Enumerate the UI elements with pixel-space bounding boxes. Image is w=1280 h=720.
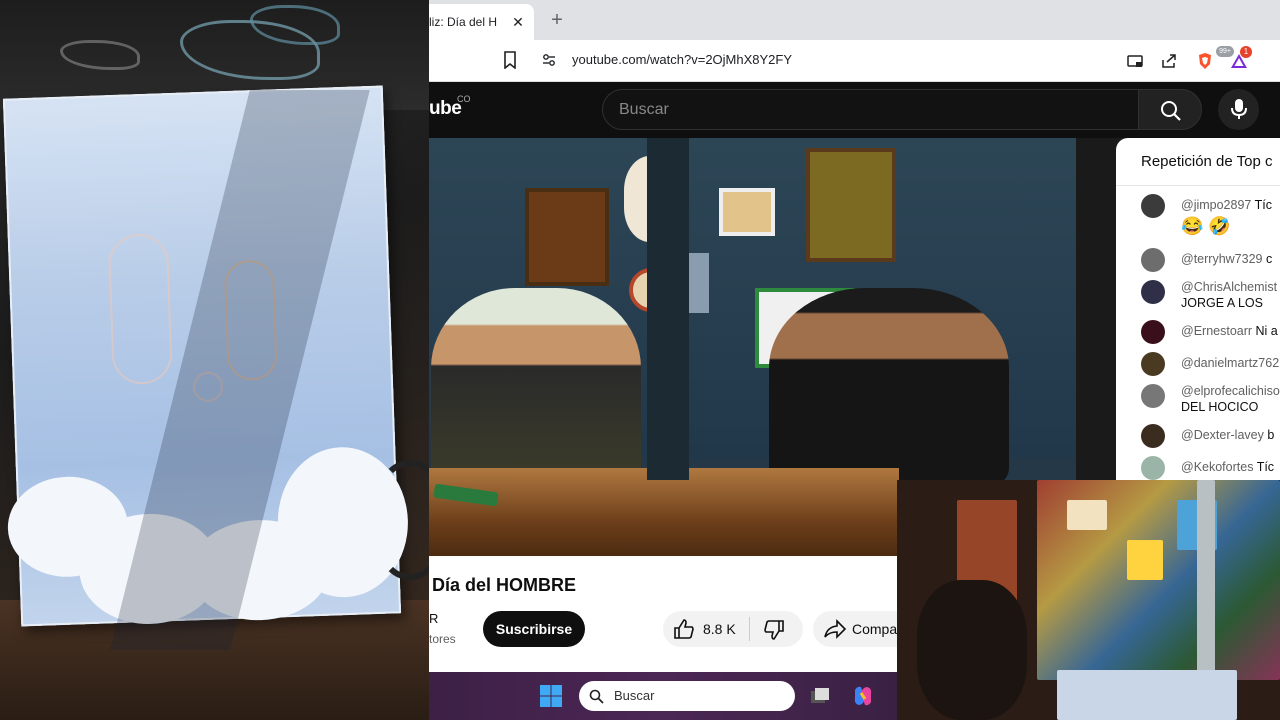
thumbs-up-icon[interactable] [673,618,695,640]
brave-shields-icon[interactable] [1195,51,1215,71]
painting-frame [525,188,609,286]
rewards-badge: 1 [1240,46,1252,58]
chat-avatar [1141,248,1165,272]
chat-avatar [1141,456,1165,480]
chat-avatar [1141,280,1165,304]
chat-avatar [1141,352,1165,376]
video-details: Día del HOMBRE R tores Suscribirse 8.8 K… [429,556,897,672]
address-bar-row: youtube.com/watch?v=2OjMhX8Y2FY 99+ 1 [429,40,1280,82]
search-input[interactable]: Buscar [602,89,1139,130]
url-field[interactable]: youtube.com/watch?v=2OjMhX8Y2FY [572,52,792,67]
video-title: Día del HOMBRE [432,575,577,595]
tab-strip: liz: Día del H ✕ + [429,0,1280,40]
cable [380,460,430,580]
browser-window: liz: Día del H ✕ + youtube.com/watch?v=2… [429,0,1280,82]
chat-text: JORGE A LOS [1181,296,1263,310]
tab-close-button[interactable]: ✕ [510,14,526,31]
like-dislike-group: 8.8 K [663,611,803,647]
site-info-icon[interactable] [541,52,557,68]
chat-avatar [1141,424,1165,448]
microphone-icon [1231,99,1247,119]
chat-author: @elprofecalichiso [1181,384,1280,398]
taskbar-search-input[interactable]: Buscar [579,681,795,711]
chat-avatar [1141,194,1165,218]
windows-start-icon[interactable] [539,684,563,708]
chat-text: DEL HOCICO [1181,400,1259,414]
chat-emoji: 😂 🤣 [1181,216,1231,236]
chat-author: @Ernestoarr Ni a [1181,324,1278,338]
painting-frame [806,148,896,262]
sticker [1067,500,1107,530]
copilot-icon[interactable] [851,684,875,708]
tab-active[interactable]: liz: Día del H ✕ [429,4,534,40]
share-label: Compa [852,621,897,637]
tab-title: liz: Día del H [429,15,498,29]
painting-frame [719,188,775,236]
right-camera-feed [897,480,1280,720]
chat-header[interactable]: Repetición de Top c [1116,138,1280,186]
share-arrow-icon [824,619,847,639]
bookmark-icon[interactable] [503,51,517,69]
task-view-icon[interactable] [809,685,831,707]
subscribe-button[interactable]: Suscribirse [483,611,585,647]
chat-author: @ChrisAlchemist [1181,280,1278,294]
search-button[interactable] [1138,89,1202,130]
wooden-table [429,468,899,556]
left-camera-feed [0,0,430,720]
search-icon [589,689,604,704]
chat-author: @Kekofortes Tíc [1181,460,1275,474]
painted-figure-man [107,233,173,386]
channel-name[interactable]: R [429,611,438,626]
person-dark [917,580,1027,720]
divider [749,617,750,641]
youtube-header: ube CO Buscar [429,82,1280,138]
host-left [431,288,641,488]
windows-taskbar: Buscar [429,672,897,720]
sticker [1127,540,1163,580]
share-button[interactable]: Compa [813,611,897,647]
cast-icon[interactable] [1125,51,1145,71]
voice-search-button[interactable] [1218,89,1259,130]
table-edge [1057,670,1237,720]
subscriber-count: tores [429,632,456,646]
live-chat-replay: Repetición de Top c @jimpo2897 Tíc 😂 🤣 @… [1116,138,1280,480]
chat-avatar [1141,320,1165,344]
chat-author: @jimpo2897 Tíc [1181,198,1272,212]
share-icon[interactable] [1159,51,1179,71]
country-code: CO [457,94,471,104]
search-icon [1161,101,1181,121]
chat-author: @Dexter-lavey b [1181,428,1275,442]
chat-author: @danielmartz762 [1181,356,1280,370]
chat-avatar [1141,384,1165,408]
chat-author: @terryhw7329 c [1181,252,1273,266]
like-count[interactable]: 8.8 K [703,621,736,637]
thumbs-down-icon[interactable] [763,619,785,641]
new-tab-button[interactable]: + [545,8,569,32]
host-right [769,288,1009,488]
video-pillar [647,138,689,480]
